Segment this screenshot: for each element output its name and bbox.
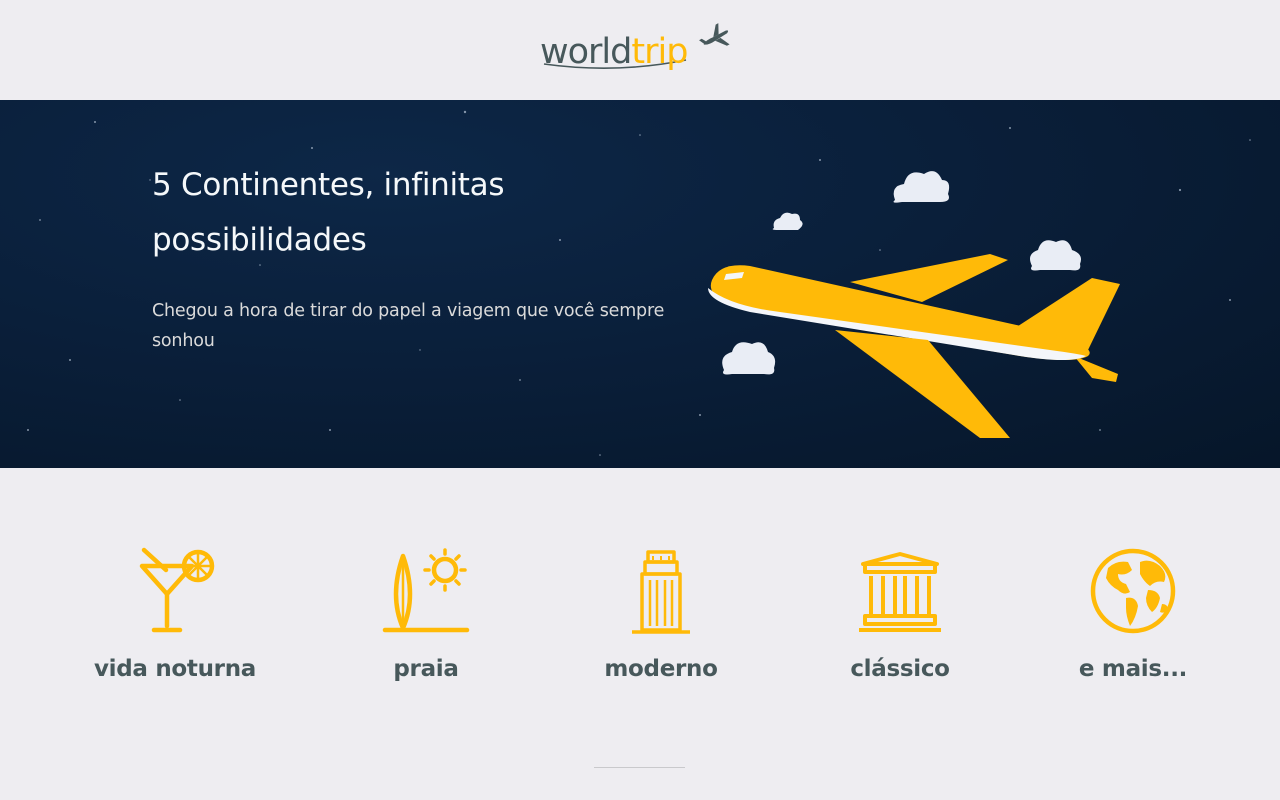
surfboard-sun-icon: [382, 548, 470, 633]
logo-trip: trip: [631, 32, 688, 72]
airplane-icon: [699, 23, 730, 46]
cloud-icon: [772, 212, 803, 230]
travel-type-praia[interactable]: praia: [326, 546, 526, 684]
travel-types: vida noturna praia moderno clássico e ma…: [0, 468, 1280, 800]
travel-type-e-mais[interactable]: e mais...: [1033, 546, 1233, 684]
travel-type-vida-noturna[interactable]: vida noturna: [75, 546, 275, 684]
header: worldtrip: [0, 0, 1280, 100]
airplane-illustration: [708, 171, 1120, 438]
banner-title: 5 Continentes, infinitas possibilidades: [152, 167, 505, 258]
travel-type-label: praia: [393, 656, 459, 682]
cloud-icon: [722, 342, 776, 375]
logo-text: worldtrip: [540, 32, 688, 72]
travel-type-label: e mais...: [1078, 656, 1188, 682]
travel-type-moderno[interactable]: moderno: [561, 546, 761, 684]
travel-type-classico[interactable]: clássico: [800, 546, 1000, 684]
banner-subtitle: Chegou a hora de tirar do papel a viagem…: [152, 301, 665, 351]
globe-icon: [1090, 548, 1176, 634]
travel-type-label: vida noturna: [93, 656, 257, 682]
cloud-icon: [1030, 240, 1081, 271]
section-divider: [594, 767, 685, 768]
travel-type-label: clássico: [850, 656, 950, 682]
logo-world: world: [540, 32, 632, 72]
worldtrip-logo[interactable]: worldtrip: [536, 22, 732, 78]
museum-icon: [859, 552, 941, 632]
skyscraper-icon: [632, 550, 690, 634]
cloud-icon: [893, 171, 950, 203]
cocktail-icon: [139, 547, 215, 633]
travel-type-label: moderno: [604, 656, 718, 682]
hero-banner: 5 Continentes, infinitas possibilidades …: [0, 100, 1280, 468]
